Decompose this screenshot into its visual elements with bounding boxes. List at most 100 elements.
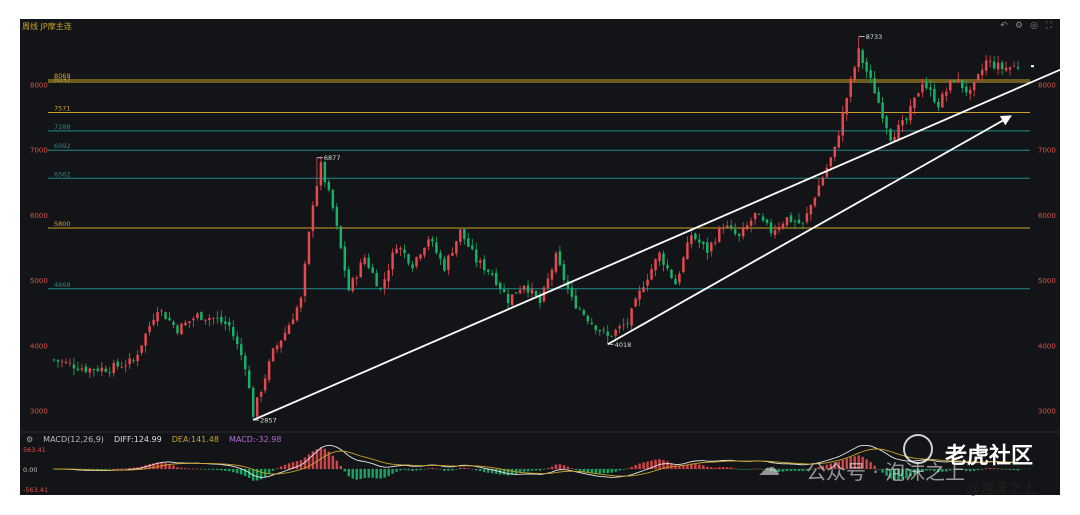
macd-histogram-bar <box>542 469 546 470</box>
candle-body <box>710 242 713 252</box>
candle-body <box>243 355 247 370</box>
macd-header: ⚙ MACD(12,26,9) DIFF:124.99 DEA:141.48 MACD:… <box>26 435 291 444</box>
macd-histogram-bar <box>694 463 697 469</box>
candle-body <box>168 317 171 321</box>
candle-body <box>431 238 434 242</box>
candle-body <box>833 146 837 157</box>
settings-icon[interactable]: ⚙ <box>1013 20 1025 32</box>
y-tick-label-left: 4000 <box>30 342 48 350</box>
candle-body <box>785 217 789 226</box>
candle-body <box>845 98 848 115</box>
candle-body <box>224 321 227 324</box>
macd-histogram-bar <box>554 464 558 469</box>
candle-body <box>913 97 916 108</box>
candle-body <box>120 366 123 368</box>
candle-body <box>443 258 446 271</box>
candle-body <box>578 308 582 310</box>
candle-body <box>124 365 127 367</box>
candle-body <box>395 248 398 254</box>
candle-body <box>984 60 988 71</box>
undo-icon[interactable]: ↶ <box>998 20 1010 32</box>
macd-histogram-bar <box>534 469 538 471</box>
macd-histogram-bar <box>120 468 123 470</box>
candle-body <box>339 226 343 249</box>
candle-body <box>761 216 765 221</box>
candle-body <box>255 397 259 417</box>
macd-histogram-bar <box>451 469 454 471</box>
candle-body <box>801 222 805 224</box>
candle-body <box>546 278 550 289</box>
candle-body <box>590 322 594 325</box>
macd-histogram-bar <box>526 469 530 472</box>
candle-body <box>518 290 522 294</box>
candle-body <box>881 102 884 119</box>
candle-body <box>909 106 912 121</box>
macd-histogram-bar <box>435 468 438 470</box>
candle-body <box>773 230 777 235</box>
candle-body <box>757 214 761 215</box>
candle-body <box>232 327 235 337</box>
macd-histogram-bar <box>367 469 370 478</box>
circle-icon[interactable]: ◎ <box>1028 20 1040 32</box>
chart-window[interactable]: 3000 3000 4000 4000 5000 5000 6000 6000 7000 7000… <box>20 19 1060 495</box>
candle-body <box>618 326 621 329</box>
macd-histogram-bar <box>706 466 709 469</box>
macd-histogram-bar <box>295 461 299 469</box>
candle-body <box>686 242 689 260</box>
macd-histogram-bar <box>279 466 283 469</box>
candle-body <box>809 204 813 215</box>
candle-body <box>737 233 741 236</box>
candle-body <box>937 101 940 108</box>
macd-diff-label: DIFF:124.99 <box>113 435 162 444</box>
candle-body <box>602 329 605 331</box>
macd-histogram-bar <box>239 469 243 475</box>
candle-body <box>905 118 908 121</box>
macd-histogram-bar <box>801 469 805 472</box>
candle-body <box>670 269 673 279</box>
candle-body <box>471 245 474 250</box>
candle-body <box>291 319 295 325</box>
macd-settings-icon[interactable]: ⚙ <box>26 435 33 444</box>
candle-body <box>929 87 932 90</box>
chart-svg[interactable]: 3000 3000 4000 4000 5000 5000 6000 6000 7000 7000… <box>20 19 1060 495</box>
candle-body <box>140 345 143 353</box>
fullscreen-icon[interactable]: ⛶ <box>1043 20 1055 32</box>
candle-body <box>311 205 315 231</box>
macd-histogram-bar <box>614 469 617 472</box>
level-label: 5800 <box>54 220 71 228</box>
macd-histogram-bar <box>188 468 191 470</box>
annotation-label: 6877 <box>324 154 341 162</box>
candle-body <box>494 272 498 285</box>
candle-body <box>116 361 119 367</box>
macd-histogram-bar <box>710 467 713 469</box>
candle-body <box>52 359 56 361</box>
candle-body <box>650 269 653 280</box>
candle-body <box>60 361 64 363</box>
candle-body <box>901 120 904 126</box>
macd-histogram-bar <box>741 469 745 470</box>
candle-body <box>961 80 964 88</box>
y-tick-label-left: 6000 <box>30 212 48 220</box>
macd-histogram-bar <box>606 469 609 474</box>
candle-body <box>570 287 574 297</box>
candle-body <box>263 378 267 391</box>
annotation-label: 8733 <box>866 33 883 41</box>
candle-body <box>725 225 729 228</box>
candle-body <box>957 79 960 83</box>
y-tick-label-right: 8000 <box>1038 81 1056 89</box>
y-tick-label-right: 4000 <box>1038 342 1056 350</box>
candle-body <box>315 186 319 206</box>
candle-body <box>455 241 458 254</box>
candle-body <box>980 69 984 76</box>
macd-histogram-bar <box>638 463 641 469</box>
candle-body <box>379 287 382 289</box>
macd-histogram-bar <box>403 469 406 470</box>
macd-histogram-bar <box>164 463 167 469</box>
candle-body <box>642 287 645 292</box>
candle-body <box>941 93 944 108</box>
candle-body <box>359 262 362 278</box>
candle-body <box>646 279 649 286</box>
candle-body <box>295 307 299 321</box>
level-label: 6562 <box>54 170 71 178</box>
macd-histogram-bar <box>216 469 219 471</box>
